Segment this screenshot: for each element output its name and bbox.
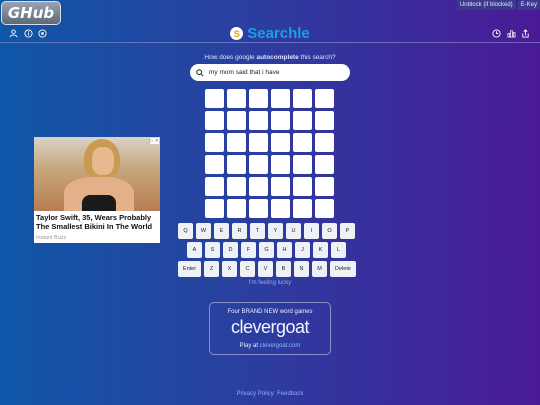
- key-e[interactable]: E: [214, 223, 229, 239]
- grid-cell: [249, 111, 268, 130]
- ekey-link[interactable]: E-Key: [517, 0, 540, 10]
- key-n[interactable]: N: [294, 261, 309, 277]
- top-right-links: Unblock (if blocked) E-Key: [456, 0, 540, 10]
- guess-grid: [205, 89, 334, 218]
- ad-source: Instant Buzz: [36, 235, 67, 241]
- delete-key[interactable]: Delete: [330, 261, 356, 277]
- keyboard: Q W E R T Y U I O P A S D F G H J K L En…: [178, 223, 356, 280]
- keyboard-row-2: A S D F G H J K L: [178, 242, 356, 258]
- key-u[interactable]: U: [286, 223, 301, 239]
- search-bar: my mom said that i have: [190, 64, 350, 81]
- grid-cell: [249, 89, 268, 108]
- brand-logo: S Searchle: [0, 25, 540, 42]
- footer: Privacy Policy Feedback: [0, 391, 540, 397]
- grid-cell: [205, 133, 224, 152]
- grid-cell: [271, 133, 290, 152]
- key-r[interactable]: R: [232, 223, 247, 239]
- grid-cell: [205, 155, 224, 174]
- grid-cell: [249, 133, 268, 152]
- key-k[interactable]: K: [313, 242, 328, 258]
- key-x[interactable]: X: [222, 261, 237, 277]
- brand-badge: S: [230, 27, 244, 40]
- question-text: How does google autocomplete this search…: [204, 54, 336, 61]
- grid-cell: [293, 89, 312, 108]
- grid-cell: [315, 155, 334, 174]
- grid-cell: [271, 111, 290, 130]
- grid-cell: [227, 89, 246, 108]
- promo-line1: Four BRAND NEW word games: [227, 309, 313, 315]
- grid-cell: [315, 111, 334, 130]
- grid-cell: [293, 177, 312, 196]
- question-bold: autocomplete: [256, 54, 299, 61]
- key-f[interactable]: F: [241, 242, 256, 258]
- feeling-lucky-link[interactable]: I'm feeling lucky: [0, 280, 540, 286]
- grid-cell: [205, 111, 224, 130]
- key-b[interactable]: B: [276, 261, 291, 277]
- grid-cell: [271, 199, 290, 218]
- grid-cell: [271, 155, 290, 174]
- grid-cell: [227, 177, 246, 196]
- keyboard-row-3: Enter Z X C V B N M Delete: [178, 261, 356, 277]
- ad-photo: [34, 137, 160, 211]
- ad-card[interactable]: ▷ ✕ Taylor Swift, 35, Wears Probably The…: [34, 137, 160, 243]
- promo-line3: Play at clevergoat.com: [239, 343, 301, 349]
- grid-cell: [315, 199, 334, 218]
- grid-cell: [293, 155, 312, 174]
- grid-cell: [227, 111, 246, 130]
- grid-cell: [249, 199, 268, 218]
- key-w[interactable]: W: [196, 223, 211, 239]
- key-o[interactable]: O: [322, 223, 337, 239]
- key-g[interactable]: G: [259, 242, 274, 258]
- grid-cell: [271, 177, 290, 196]
- ad-headline[interactable]: Taylor Swift, 35, Wears Probably The Sma…: [36, 213, 158, 231]
- promo-brand: clevergoat: [230, 317, 310, 337]
- brand-title: Searchle: [247, 25, 310, 42]
- grid-cell: [249, 155, 268, 174]
- grid-cell: [315, 133, 334, 152]
- enter-key[interactable]: Enter: [178, 261, 201, 277]
- grid-cell: [293, 111, 312, 130]
- key-a[interactable]: A: [187, 242, 202, 258]
- key-m[interactable]: M: [312, 261, 327, 277]
- ghub-logo[interactable]: GHub: [1, 1, 61, 25]
- grid-cell: [315, 177, 334, 196]
- search-query: my mom said that i have: [209, 69, 280, 76]
- key-i[interactable]: I: [304, 223, 319, 239]
- key-c[interactable]: C: [240, 261, 255, 277]
- promo-link[interactable]: clevergoat.com: [260, 343, 301, 349]
- grid-cell: [227, 155, 246, 174]
- key-z[interactable]: Z: [204, 261, 219, 277]
- key-l[interactable]: L: [331, 242, 346, 258]
- ad-close-icon[interactable]: ▷ ✕: [149, 138, 159, 144]
- grid-cell: [271, 89, 290, 108]
- unblock-link[interactable]: Unblock (if blocked): [456, 0, 516, 10]
- keyboard-row-1: Q W E R T Y U I O P: [178, 223, 356, 239]
- key-h[interactable]: H: [277, 242, 292, 258]
- grid-cell: [227, 133, 246, 152]
- grid-cell: [315, 89, 334, 108]
- grid-cell: [293, 133, 312, 152]
- grid-cell: [293, 199, 312, 218]
- grid-cell: [227, 199, 246, 218]
- grid-cell: [249, 177, 268, 196]
- search-icon: [196, 68, 204, 77]
- grid-cell: [205, 177, 224, 196]
- grid-cell: [205, 89, 224, 108]
- grid-cell: [205, 199, 224, 218]
- feedback-link[interactable]: Feedback: [277, 391, 303, 397]
- key-y[interactable]: Y: [268, 223, 283, 239]
- key-j[interactable]: J: [295, 242, 310, 258]
- header-divider: [0, 42, 540, 43]
- key-t[interactable]: T: [250, 223, 265, 239]
- privacy-link[interactable]: Privacy Policy: [236, 391, 273, 397]
- key-s[interactable]: S: [205, 242, 220, 258]
- ghub-logo-text: GHub: [7, 4, 55, 22]
- clevergoat-promo[interactable]: Four BRAND NEW word games clevergoat Pla…: [209, 302, 331, 355]
- key-p[interactable]: P: [340, 223, 355, 239]
- key-q[interactable]: Q: [178, 223, 193, 239]
- key-d[interactable]: D: [223, 242, 238, 258]
- key-v[interactable]: V: [258, 261, 273, 277]
